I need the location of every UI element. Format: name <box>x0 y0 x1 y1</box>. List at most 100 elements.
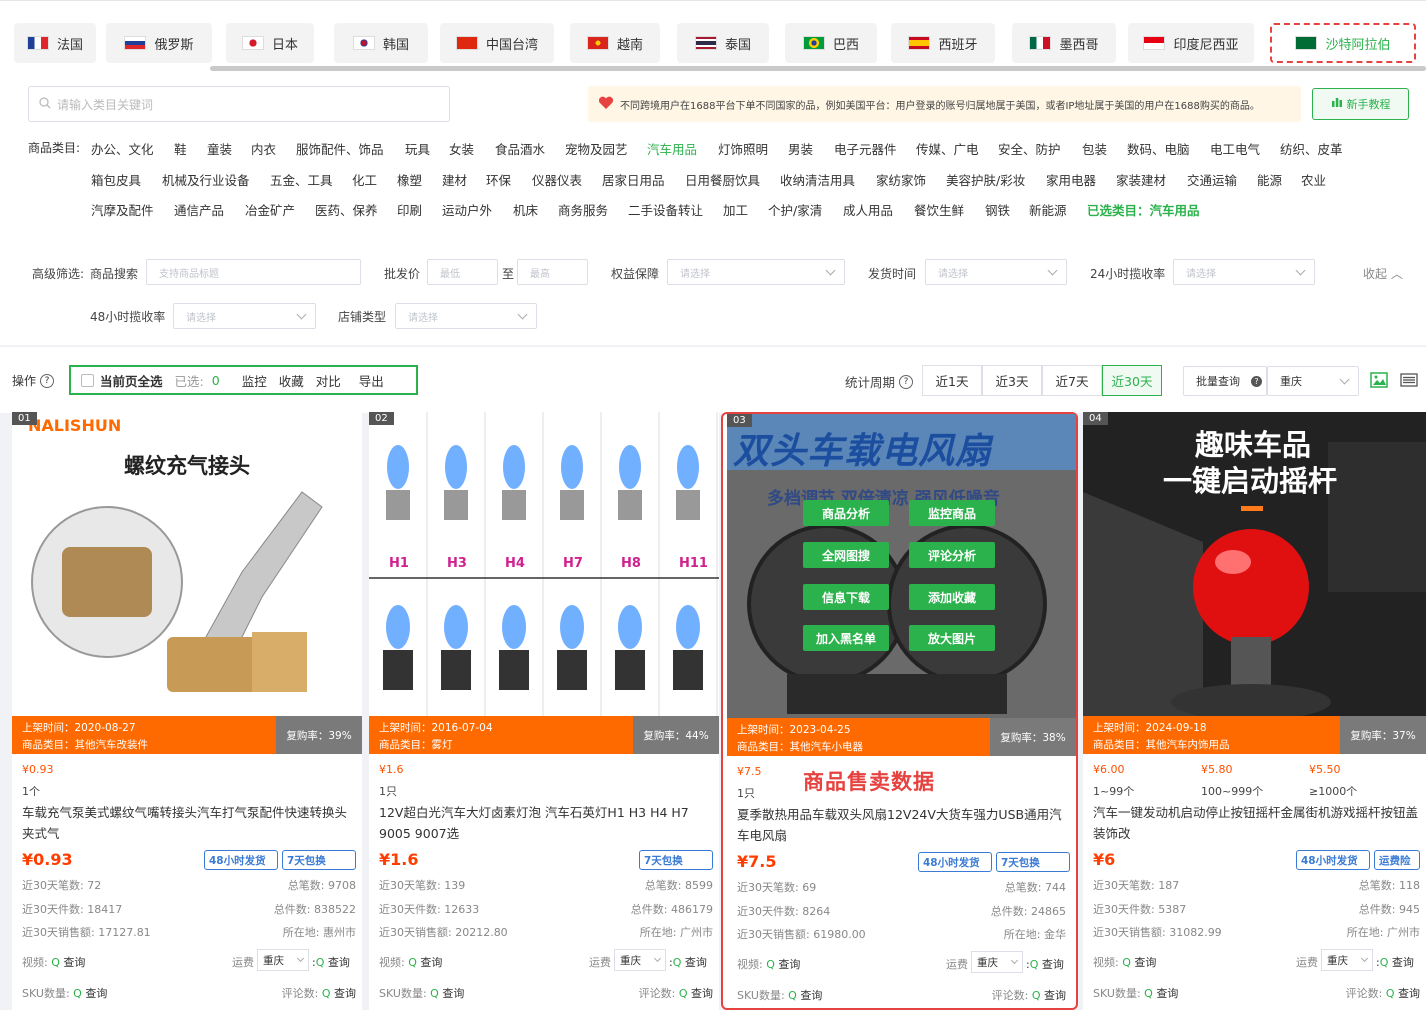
country-tab-tw[interactable]: 中国台湾 <box>440 23 554 63</box>
freight-query[interactable]: :Q 查询 <box>669 954 707 970</box>
reviews-query[interactable]: 评论数: Q 查询 <box>1346 985 1420 1001</box>
category-item[interactable]: 冶金矿产 <box>245 200 295 219</box>
category-item[interactable]: 办公、文化 <box>91 139 154 158</box>
country-tab-kr[interactable]: 韩国 <box>334 23 428 63</box>
category-item[interactable]: 美容护肤/彩妆 <box>946 170 1025 189</box>
category-item[interactable]: 橡塑 <box>397 170 422 189</box>
overlay-action-button[interactable]: 信息下载 <box>803 584 889 610</box>
category-item[interactable]: 家用电器 <box>1046 170 1096 189</box>
country-tab-jp[interactable]: 日本 <box>226 23 314 63</box>
product-image[interactable]: 双头车载电风扇 多档调节 双倍清凉 强风低噪音 <box>727 414 1076 718</box>
category-item[interactable]: 家纺家饰 <box>876 170 926 189</box>
category-item[interactable]: 印刷 <box>397 200 422 219</box>
category-item[interactable]: 内衣 <box>251 139 276 158</box>
ship-time-select[interactable]: 请选择 <box>925 259 1067 285</box>
category-item[interactable]: 纺织、皮革 <box>1280 139 1343 158</box>
category-item[interactable]: 新能源 <box>1029 200 1067 219</box>
max-price-input[interactable]: 最高 <box>517 259 588 285</box>
category-item[interactable]: 环保 <box>486 170 511 189</box>
overlay-action-button[interactable]: 全网图搜 <box>803 542 889 568</box>
country-tab-es[interactable]: 西班牙 <box>891 23 995 63</box>
product-card[interactable]: 01 NALISHUN 螺纹充气接头 上架时间：2020-08-27 商品类目：其… <box>12 412 362 1010</box>
category-item[interactable]: 医药、保养 <box>315 200 378 219</box>
product-image[interactable]: H1 H3 H4 H7 H8 H11 <box>369 412 719 716</box>
help-icon[interactable]: ? <box>40 373 55 388</box>
country-tab-vn[interactable]: 越南 <box>570 23 660 63</box>
collapse-button[interactable]: 收起 ︿ <box>1363 265 1403 282</box>
min-price-input[interactable]: 最低 <box>427 259 498 285</box>
shop-type-select[interactable]: 请选择 <box>395 303 537 329</box>
export-button[interactable]: 导出 <box>359 371 384 390</box>
category-item[interactable]: 食品酒水 <box>495 139 545 158</box>
category-item[interactable]: 汽车用品 <box>647 139 697 158</box>
tabs-scrollbar[interactable] <box>210 66 1426 71</box>
sku-query[interactable]: SKU数量: Q 查询 <box>379 985 464 1001</box>
video-query[interactable]: 视频: Q 查询 <box>379 954 442 970</box>
category-item[interactable]: 鞋 <box>174 139 187 158</box>
category-item[interactable]: 男装 <box>788 139 813 158</box>
reviews-query[interactable]: 评论数: Q 查询 <box>282 985 356 1001</box>
freight-city-select[interactable]: 重庆 <box>614 949 666 971</box>
batch-query-button[interactable]: 批量查询? <box>1183 366 1267 396</box>
help-icon[interactable]: ? <box>899 374 914 389</box>
period-tab[interactable]: 近1天 <box>922 365 982 396</box>
period-tab[interactable]: 近30天 <box>1102 365 1162 396</box>
category-item[interactable]: 电工电气 <box>1210 139 1260 158</box>
overlay-action-button[interactable]: 添加收藏 <box>909 584 995 610</box>
favorite-button[interactable]: 收藏 <box>279 371 304 390</box>
category-item[interactable]: 仪器仪表 <box>532 170 582 189</box>
category-item[interactable]: 二手设备转让 <box>628 200 703 219</box>
period-tab[interactable]: 近7天 <box>1042 365 1102 396</box>
category-item[interactable]: 五金、工具 <box>270 170 333 189</box>
country-tab-sa[interactable]: 沙特阿拉伯 <box>1270 23 1416 63</box>
overlay-action-button[interactable]: 评论分析 <box>909 542 995 568</box>
category-item[interactable]: 钢铁 <box>985 200 1010 219</box>
category-item[interactable]: 建材 <box>442 170 467 189</box>
country-tab-ru[interactable]: 俄罗斯 <box>106 23 212 63</box>
product-card[interactable]: H1 H3 H4 H7 H8 H11 02 上架时间：2016-07-04 商品类目：雾灯 复… <box>369 412 719 1010</box>
category-item[interactable]: 传媒、广电 <box>916 139 979 158</box>
category-search-input[interactable]: 请输入类目关键词 <box>28 86 450 122</box>
sku-query[interactable]: SKU数量: Q 查询 <box>737 987 822 1003</box>
category-item[interactable]: 个护/家清 <box>768 200 822 219</box>
rights-select[interactable]: 请选择 <box>667 259 845 285</box>
compare-button[interactable]: 对比 <box>316 371 341 390</box>
product-image[interactable]: 趣味车品 一键启动摇杆 <box>1083 412 1426 716</box>
country-tab-br[interactable]: 巴西 <box>785 23 877 63</box>
rate24-select[interactable]: 请选择 <box>1173 259 1315 285</box>
sku-query[interactable]: SKU数量: Q 查询 <box>22 985 107 1001</box>
category-item[interactable]: 电子元器件 <box>834 139 897 158</box>
country-tab-fr[interactable]: 法国 <box>14 23 96 63</box>
category-item[interactable]: 箱包皮具 <box>91 170 141 189</box>
category-item[interactable]: 数码、电脑 <box>1127 139 1190 158</box>
category-item[interactable]: 汽摩及配件 <box>91 200 154 219</box>
category-item[interactable]: 通信产品 <box>174 200 224 219</box>
reviews-query[interactable]: 评论数: Q 查询 <box>639 985 713 1001</box>
freight-city-select[interactable]: 重庆 <box>257 949 309 971</box>
category-item[interactable]: 成人用品 <box>843 200 893 219</box>
category-item[interactable]: 商务服务 <box>558 200 608 219</box>
freight-query[interactable]: :Q 查询 <box>1026 956 1064 972</box>
category-item[interactable]: 机床 <box>513 200 538 219</box>
product-title[interactable]: 夏季散热用品车载双头风扇12V24V大货车强力USB通用汽车电风扇 <box>737 804 1070 846</box>
country-tab-id[interactable]: 印度尼西亚 <box>1128 23 1254 63</box>
category-item[interactable]: 安全、防护 <box>998 139 1061 158</box>
list-view-icon[interactable] <box>1400 373 1418 390</box>
category-item[interactable]: 灯饰照明 <box>718 139 768 158</box>
product-search-input[interactable]: 支持商品标题 <box>146 259 361 285</box>
freight-query[interactable]: :Q 查询 <box>1376 954 1414 970</box>
reviews-query[interactable]: 评论数: Q 查询 <box>992 987 1066 1003</box>
overlay-action-button[interactable]: 监控商品 <box>909 500 995 526</box>
rate48-select[interactable]: 请选择 <box>173 303 316 329</box>
freight-query[interactable]: :Q 查询 <box>312 954 350 970</box>
overlay-action-button[interactable]: 放大图片 <box>909 625 995 651</box>
video-query[interactable]: 视频: Q 查询 <box>737 956 800 972</box>
video-query[interactable]: 视频: Q 查询 <box>22 954 85 970</box>
select-page-checkbox[interactable] <box>81 373 94 387</box>
video-query[interactable]: 视频: Q 查询 <box>1093 954 1156 970</box>
select-page-label[interactable]: 当前页全选 <box>100 371 163 390</box>
category-item[interactable]: 餐饮生鲜 <box>914 200 964 219</box>
sku-query[interactable]: SKU数量: Q 查询 <box>1093 985 1178 1001</box>
country-tab-th[interactable]: 泰国 <box>677 23 769 63</box>
product-title[interactable]: 车载充气泵美式螺纹气嘴转接头汽车打气泵配件快速转换头夹式气 <box>22 802 356 844</box>
